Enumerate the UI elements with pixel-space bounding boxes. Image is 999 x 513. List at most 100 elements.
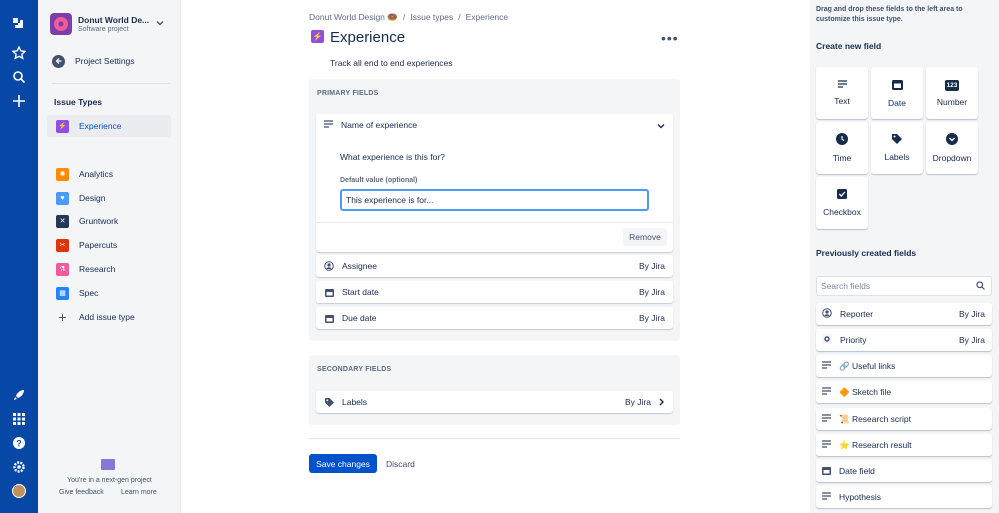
- settings-gear-icon[interactable]: [9, 457, 29, 477]
- app-switcher-icon[interactable]: [9, 409, 29, 429]
- secondary-fields-panel: SECONDARY FIELDS Labels By Jira: [309, 355, 680, 425]
- breadcrumb-issue-types[interactable]: Issue types: [410, 12, 453, 23]
- add-issue-type-label: Add issue type: [79, 312, 135, 322]
- field-name: Labels: [342, 397, 368, 407]
- next-gen-notice: You're in a next-gen project: [67, 477, 152, 484]
- give-feedback-link[interactable]: Give feedback: [59, 489, 104, 496]
- field-card-assignee[interactable]: Assignee By Jira: [316, 255, 673, 277]
- svg-text:?: ?: [16, 439, 22, 449]
- breadcrumb-project[interactable]: Donut World Design 🍩: [309, 12, 398, 23]
- sidebar-item-analytics[interactable]: ✺ Analytics: [47, 163, 171, 185]
- project-type: Software project: [78, 26, 129, 33]
- field-source: By Jira: [639, 313, 665, 323]
- card-divider: [316, 222, 673, 223]
- field-tile-time[interactable]: Time: [816, 122, 868, 174]
- previous-field-priority[interactable]: Priority By Jira: [816, 329, 992, 351]
- star-icon[interactable]: [9, 43, 29, 63]
- field-source: By Jira: [959, 309, 985, 319]
- drag-drop-hint: Drag and drop these fields to the left a…: [816, 6, 963, 23]
- jira-logo-icon[interactable]: [9, 14, 29, 34]
- tile-label: Text: [834, 96, 850, 106]
- more-actions-button[interactable]: •••: [661, 30, 679, 46]
- previous-field-sketch-file[interactable]: 🔶 Sketch file: [816, 381, 992, 403]
- text-icon: [822, 440, 831, 450]
- add-issue-type-button[interactable]: + Add issue type: [47, 306, 171, 328]
- field-tile-checkbox[interactable]: Checkbox: [816, 177, 868, 229]
- previous-field-reporter[interactable]: Reporter By Jira: [816, 303, 992, 325]
- field-card-due-date[interactable]: Due date By Jira: [316, 307, 673, 329]
- text-icon: [822, 414, 831, 424]
- main-content: Donut World Design 🍩 / Issue types / Exp…: [181, 0, 810, 513]
- text-icon: [822, 492, 831, 502]
- user-avatar[interactable]: [9, 481, 29, 501]
- field-source: By Jira: [639, 287, 665, 297]
- field-tile-labels[interactable]: Labels: [871, 122, 923, 174]
- experience-icon: ⚡: [311, 30, 324, 43]
- sidebar-item-papercuts[interactable]: ✂ Papercuts: [47, 234, 171, 256]
- project-avatar[interactable]: [50, 13, 72, 35]
- save-changes-button[interactable]: Save changes: [309, 454, 377, 473]
- date-icon: [891, 79, 903, 92]
- previous-field-useful-links[interactable]: 🔗 Useful links: [816, 355, 992, 377]
- field-card-start-date[interactable]: Start date By Jira: [316, 281, 673, 303]
- project-settings-label: Project Settings: [75, 56, 135, 66]
- issue-type-description[interactable]: Track all end to end experiences: [330, 58, 453, 68]
- sidebar-item-design[interactable]: ♥ Design: [47, 187, 171, 209]
- field-card-labels[interactable]: Labels By Jira: [316, 391, 673, 413]
- sidebar-item-research[interactable]: ⚗ Research: [47, 258, 171, 280]
- search-fields-input[interactable]: Search fields: [816, 276, 992, 296]
- sidebar-item-label: Design: [79, 193, 106, 203]
- issue-types-heading: Issue Types: [54, 97, 103, 107]
- chevron-right-icon[interactable]: [658, 398, 665, 408]
- sidebar-item-experience[interactable]: ⚡ Experience: [47, 115, 171, 137]
- create-plus-icon[interactable]: [9, 91, 29, 111]
- field-source: By Jira: [639, 261, 665, 271]
- rocket-icon[interactable]: [9, 385, 29, 405]
- calendar-icon: [324, 313, 334, 323]
- sidebar-item-gruntwork[interactable]: ✕ Gruntwork: [47, 210, 171, 232]
- search-icon[interactable]: [9, 67, 29, 87]
- time-icon: [836, 133, 848, 147]
- field-tile-date[interactable]: Date: [871, 67, 923, 119]
- field-description[interactable]: What experience is this for?: [340, 152, 445, 162]
- research-icon: ⚗: [56, 262, 69, 276]
- chevron-down-icon[interactable]: [657, 122, 665, 132]
- field-tile-text[interactable]: Text: [816, 67, 868, 119]
- project-name[interactable]: Donut World De...: [78, 15, 156, 25]
- arrow-left-icon: [52, 54, 65, 68]
- sidebar-item-label: Spec: [79, 288, 99, 298]
- text-icon: [822, 387, 831, 397]
- next-gen-icon: [101, 459, 115, 470]
- breadcrumb-current[interactable]: Experience: [466, 12, 509, 23]
- field-source: By Jira: [625, 397, 651, 407]
- sidebar-divider: [52, 83, 170, 84]
- field-library-panel: Drag and drop these fields to the left a…: [810, 0, 999, 513]
- sidebar-item-label: Gruntwork: [79, 216, 119, 226]
- tile-label: Number: [936, 96, 968, 107]
- project-settings-link[interactable]: Project Settings: [52, 52, 172, 70]
- checkbox-icon: [837, 189, 847, 201]
- field-name: Reporter: [840, 309, 874, 319]
- search-icon: [976, 281, 985, 292]
- actions-divider: [309, 438, 680, 439]
- previous-field-research-result[interactable]: ⭐ Research result: [816, 434, 992, 456]
- expanded-field-header[interactable]: Name of experience: [324, 120, 417, 130]
- remove-field-button[interactable]: Remove: [623, 228, 667, 246]
- field-tile-number[interactable]: 123 Number: [926, 67, 978, 119]
- chevron-down-icon[interactable]: [156, 19, 164, 29]
- default-value-input[interactable]: [340, 189, 649, 211]
- sidebar-item-spec[interactable]: ▦ Spec: [47, 282, 171, 304]
- primary-fields-label: PRIMARY FIELDS: [317, 90, 379, 97]
- help-icon[interactable]: ?: [9, 433, 29, 453]
- person-icon: [822, 308, 832, 320]
- gruntwork-icon: ✕: [56, 214, 69, 228]
- learn-more-link[interactable]: Learn more: [121, 489, 157, 496]
- field-name: Assignee: [342, 261, 377, 271]
- discard-button[interactable]: Discard: [386, 459, 415, 469]
- plus-icon: +: [58, 309, 67, 325]
- previous-field-date-field[interactable]: Date field: [816, 460, 992, 482]
- field-tile-dropdown[interactable]: Dropdown: [926, 122, 978, 174]
- sidebar-item-label: Papercuts: [79, 240, 118, 250]
- previous-field-research-script[interactable]: 📜 Research script: [816, 408, 992, 430]
- previous-field-hypothesis[interactable]: Hypothesis: [816, 486, 992, 508]
